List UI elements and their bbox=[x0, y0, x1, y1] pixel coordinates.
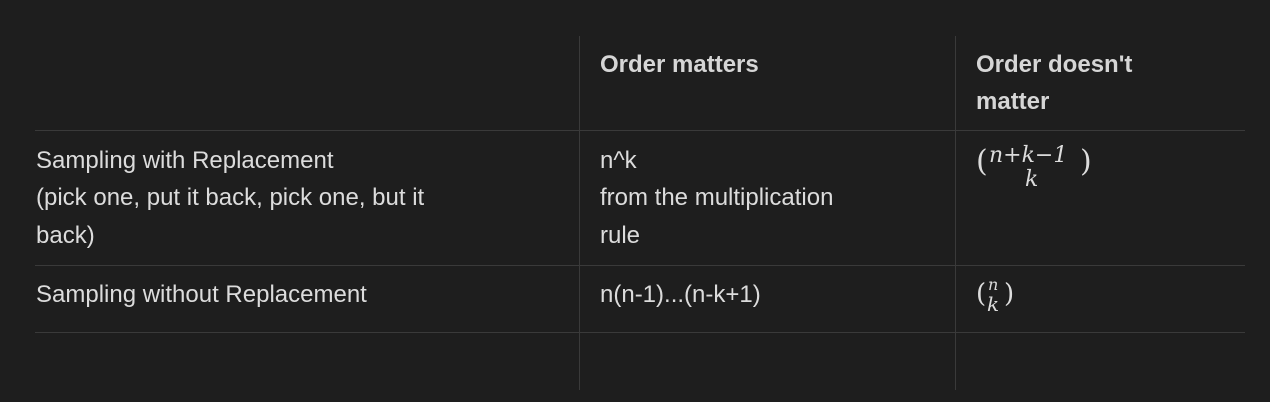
binomial-bottom: k bbox=[987, 292, 1000, 316]
column-divider-2 bbox=[955, 36, 956, 390]
row1-label-line2: (pick one, put it back, pick one, but it bbox=[36, 184, 425, 211]
combinatorics-table: Order matters Order doesn't matter Sampl… bbox=[35, 36, 1245, 390]
right-paren: ) bbox=[1080, 144, 1092, 179]
row2-binomial: ( n k ) bbox=[976, 276, 1026, 326]
row1-label-line3: back) bbox=[36, 222, 95, 249]
row1-order-matters-line2: from the multiplication bbox=[600, 184, 834, 211]
left-paren: ( bbox=[976, 279, 987, 309]
row1-order-matters-line1: n^k bbox=[600, 147, 637, 174]
row-divider-2 bbox=[35, 332, 1245, 333]
row1-order-matters-line3: rule bbox=[600, 222, 641, 249]
header-divider bbox=[35, 130, 1245, 131]
row-divider-1 bbox=[35, 265, 1245, 266]
row1-label-line1: Sampling with Replacement bbox=[36, 147, 334, 174]
header-order-doesnt-matter-line1: Order doesn't bbox=[976, 51, 1133, 78]
row2-label: Sampling without Replacement bbox=[36, 281, 367, 308]
left-paren: ( bbox=[976, 144, 988, 179]
right-paren: ) bbox=[1004, 279, 1015, 309]
row1-binomial: ( n+k−1 k ) bbox=[976, 144, 1096, 204]
binomial-top: n+k−1 bbox=[989, 143, 1068, 168]
header-order-matters: Order matters bbox=[600, 51, 759, 78]
column-divider-1 bbox=[579, 36, 580, 390]
header-order-doesnt-matter-line2: matter bbox=[976, 88, 1050, 115]
binomial-bottom: k bbox=[1025, 167, 1039, 192]
row2-order-matters: n(n-1)...(n-k+1) bbox=[600, 281, 761, 308]
